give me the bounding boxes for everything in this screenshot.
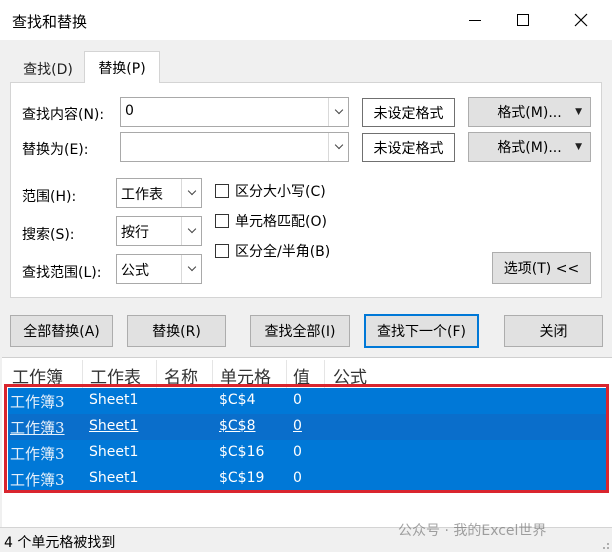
scope-value: 工作表 <box>121 187 163 203</box>
replace-format-label: 格式(M)... <box>497 140 562 156</box>
selection-highlight-frame <box>4 384 609 493</box>
match-width-option[interactable]: 区分全/半角(B) <box>215 241 330 261</box>
match-case-label: 区分大小写(C) <box>235 184 326 200</box>
chevron-down-icon <box>334 140 343 150</box>
lookin-value: 公式 <box>121 263 149 279</box>
chevron-down-icon <box>187 262 196 272</box>
find-next-button[interactable]: 查找下一个(F) <box>364 314 479 348</box>
window-title: 查找和替换 <box>12 13 88 31</box>
search-dropdown-button[interactable] <box>181 217 201 245</box>
match-cell-option[interactable]: 单元格匹配(O) <box>215 211 327 231</box>
search-label: 搜索(S): <box>22 227 75 243</box>
dropdown-arrow-icon: ▼ <box>575 107 582 117</box>
match-width-label: 区分全/半角(B) <box>235 244 331 260</box>
replace-input[interactable] <box>120 132 349 162</box>
maximize-icon <box>517 14 529 26</box>
lookin-dropdown-button[interactable] <box>181 255 201 283</box>
find-label: 查找内容(N): <box>22 107 105 123</box>
close-button[interactable]: 关闭 <box>504 315 603 347</box>
match-case-checkbox[interactable] <box>215 184 229 198</box>
close-icon <box>574 13 588 27</box>
replace-all-button[interactable]: 全部替换(A) <box>10 315 113 347</box>
match-cell-label: 单元格匹配(O) <box>235 214 327 230</box>
chevron-down-icon <box>187 186 196 196</box>
search-value: 按行 <box>121 225 149 241</box>
find-all-button[interactable]: 查找全部(I) <box>250 315 350 347</box>
chevron-down-icon <box>187 224 196 234</box>
lookin-select[interactable]: 公式 <box>116 254 202 284</box>
options-button[interactable]: 选项(T) << <box>492 252 591 284</box>
resize-grip-icon[interactable] <box>600 540 610 550</box>
find-input-value: 0 <box>125 103 134 119</box>
scope-dropdown-button[interactable] <box>181 179 201 207</box>
find-format-label: 格式(M)... <box>497 105 562 121</box>
close-window-button[interactable] <box>558 0 604 40</box>
find-dropdown-button[interactable] <box>328 98 348 126</box>
search-select[interactable]: 按行 <box>116 216 202 246</box>
replace-label: 替换为(E): <box>22 142 89 158</box>
match-cell-checkbox[interactable] <box>215 214 229 228</box>
find-format-status: 未设定格式 <box>362 98 455 127</box>
tab-find[interactable]: 查找(D) <box>12 57 84 81</box>
status-text: 4 个单元格被找到 <box>4 535 116 551</box>
replace-format-status: 未设定格式 <box>362 133 455 162</box>
find-input[interactable]: 0 <box>120 97 349 127</box>
watermark: 公众号 · 我的Excel世界 <box>398 523 547 539</box>
lookin-label: 查找范围(L): <box>22 265 102 281</box>
match-case-option[interactable]: 区分大小写(C) <box>215 181 326 201</box>
match-width-checkbox[interactable] <box>215 244 229 258</box>
dropdown-arrow-icon: ▼ <box>575 142 582 152</box>
scope-label: 范围(H): <box>22 189 77 205</box>
minimize-icon <box>469 19 481 21</box>
title-bar: 查找和替换 <box>0 0 612 40</box>
chevron-down-icon <box>334 105 343 115</box>
scope-select[interactable]: 工作表 <box>116 178 202 208</box>
replace-button[interactable]: 替换(R) <box>127 315 226 347</box>
replace-dropdown-button[interactable] <box>328 133 348 161</box>
minimize-button[interactable] <box>452 0 498 40</box>
replace-format-button[interactable]: 格式(M)... ▼ <box>468 132 591 162</box>
find-format-button[interactable]: 格式(M)... ▼ <box>468 97 591 127</box>
tab-replace[interactable]: 替换(P) <box>84 51 160 83</box>
maximize-button[interactable] <box>500 0 546 40</box>
